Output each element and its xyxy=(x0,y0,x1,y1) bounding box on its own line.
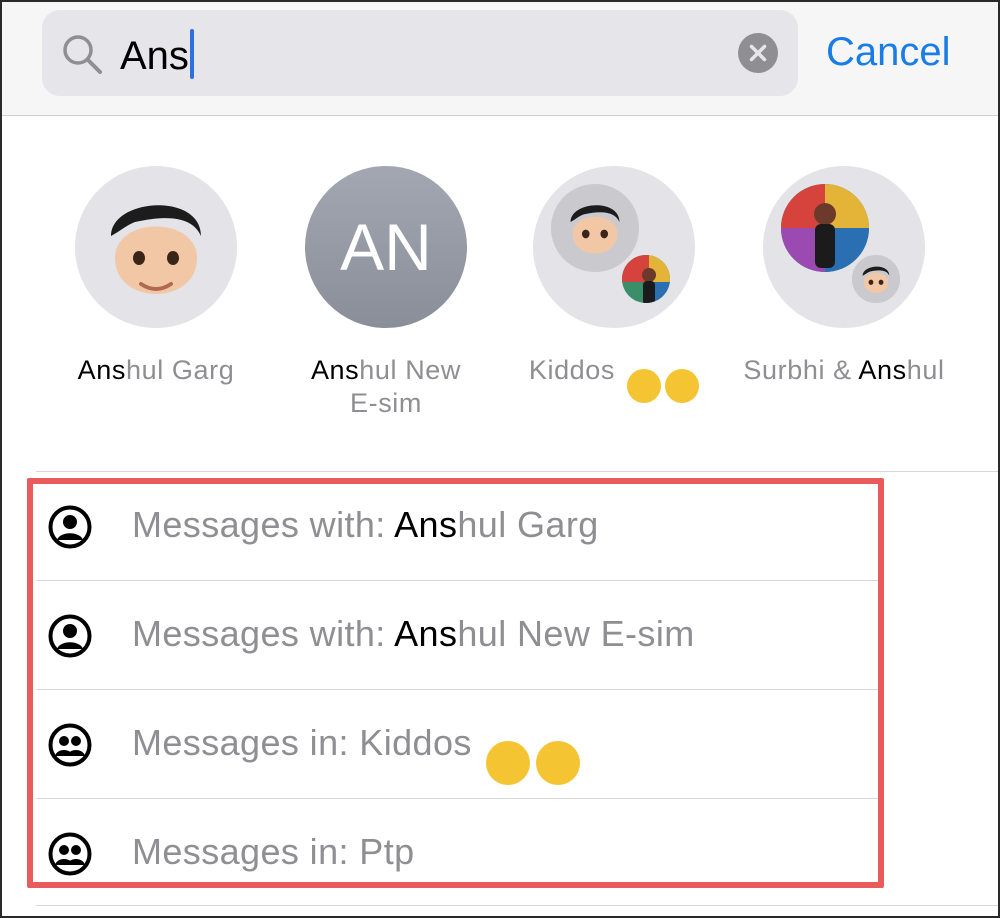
memoji-face-icon xyxy=(852,255,900,303)
section-divider xyxy=(36,471,998,472)
memoji-avatar xyxy=(75,166,237,328)
search-field[interactable]: Ans xyxy=(42,10,798,96)
contact-name: Anshul New E-sim xyxy=(310,355,462,418)
contact-group-surbhi-anshul[interactable]: Surbhi & Anshul xyxy=(724,166,964,387)
text-caret xyxy=(189,29,194,79)
initials-avatar: AN xyxy=(305,166,467,328)
photo-avatar xyxy=(619,252,673,306)
contact-name: Anshul Garg xyxy=(77,355,235,385)
clear-icon xyxy=(749,44,767,62)
photo-icon xyxy=(781,184,869,272)
highlight-annotation-box xyxy=(27,478,884,888)
search-icon xyxy=(63,35,102,74)
contact-anshul-new-esim[interactable]: AN Anshul New E-sim xyxy=(266,166,506,420)
search-input[interactable]: Ans xyxy=(120,29,194,80)
contact-group-kiddos[interactable]: Kiddos 😂🤪 xyxy=(494,166,734,403)
group-avatar xyxy=(763,166,925,328)
memoji-avatar xyxy=(849,252,903,306)
contact-name: Surbhi & Anshul xyxy=(743,355,945,385)
cancel-button[interactable]: Cancel xyxy=(826,28,951,76)
contact-anshul-garg[interactable]: Anshul Garg xyxy=(36,166,276,387)
memoji-face-icon xyxy=(75,166,237,328)
contact-name: Kiddos 😂🤪 xyxy=(494,354,734,403)
search-header: Ans Cancel xyxy=(2,2,998,116)
section-divider xyxy=(36,905,998,906)
group-avatar xyxy=(533,166,695,328)
photo-icon xyxy=(622,255,670,303)
emoji-zany-icon: 🤪 xyxy=(665,369,700,403)
emoji-laughing-icon: 😂 xyxy=(627,369,662,403)
clear-search-button[interactable] xyxy=(738,33,778,73)
photo-avatar xyxy=(781,184,869,272)
memoji-face-icon xyxy=(551,184,639,272)
memoji-avatar xyxy=(551,184,639,272)
